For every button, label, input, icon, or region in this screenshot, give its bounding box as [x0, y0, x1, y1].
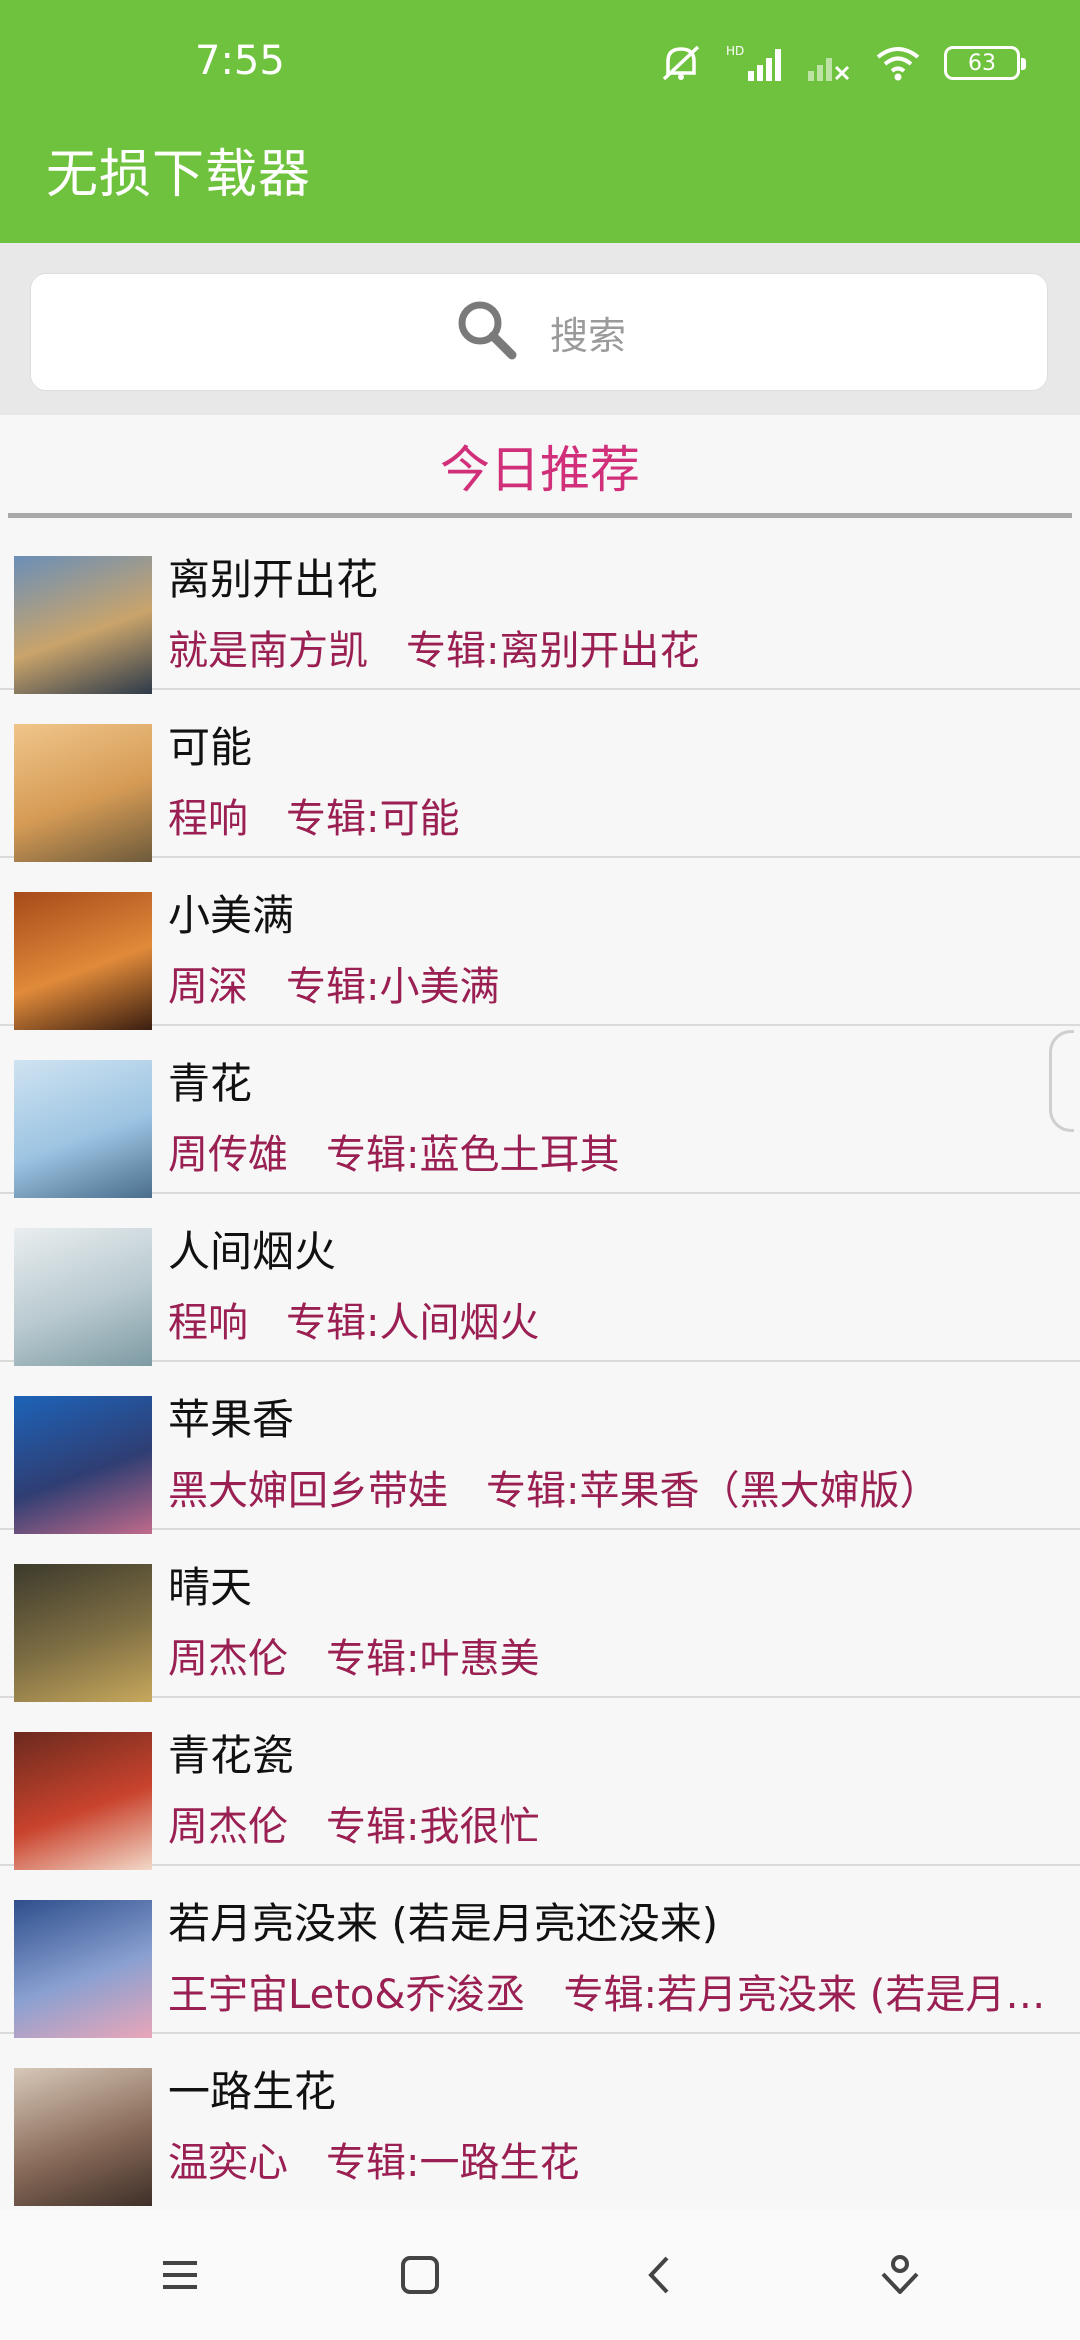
- song-meta: 程响 专辑:人间烟火: [168, 1290, 1058, 1348]
- album-cover-image: [14, 1732, 152, 1870]
- album-cover-image: [14, 892, 152, 1030]
- song-meta: 周深 专辑:小美满: [168, 954, 1058, 1012]
- battery-level: 63: [968, 50, 996, 76]
- album-cover-image: [14, 724, 152, 862]
- hd-signal-icon: HD: [726, 43, 782, 83]
- song-meta: 王宇宙Leto&乔浚丞专辑:若月亮没来 (若是月亮还没来): [168, 1962, 1058, 2020]
- song-row[interactable]: 一路生花温奕心 专辑:一路生花: [0, 2034, 1080, 2206]
- search-area: 搜索: [0, 243, 1080, 415]
- artist-name: 周杰伦: [168, 1636, 288, 1682]
- artist-name: 就是南方凯: [168, 628, 368, 674]
- app-title: 无损下载器: [46, 145, 312, 205]
- artist-name: 程响: [168, 1300, 248, 1346]
- album-name: 专辑:蓝色土耳其: [326, 1132, 620, 1178]
- album-cover-image: [14, 2068, 152, 2206]
- song-title: 离别开出花: [168, 555, 379, 604]
- album-name: 专辑:叶惠美: [326, 1636, 540, 1682]
- app-bar: 7:55 HD 63 无损下载器: [0, 0, 1080, 243]
- assistant-button[interactable]: [855, 2230, 945, 2320]
- back-icon: [648, 2256, 669, 2294]
- song-meta: 程响 专辑:可能: [168, 786, 1058, 844]
- home-button[interactable]: [375, 2230, 465, 2320]
- menu-icon: [163, 2261, 197, 2289]
- album-name: 专辑:我很忙: [326, 1804, 540, 1850]
- svg-text:HD: HD: [726, 44, 744, 58]
- artist-name: 王宇宙Leto&乔浚丞: [168, 1972, 526, 2018]
- album-name: 专辑:若月亮没来 (若是月亮还没来): [563, 1972, 1058, 2018]
- edge-swipe-handle[interactable]: [1049, 1030, 1074, 1132]
- album-name: 专辑:离别开出花: [406, 628, 700, 674]
- album-name: 专辑:苹果香（黑大婶版）: [486, 1468, 940, 1514]
- album-cover-image: [14, 556, 152, 694]
- song-row[interactable]: 晴天周杰伦 专辑:叶惠美: [0, 1530, 1080, 1702]
- status-time: 7:55: [195, 38, 285, 84]
- artist-name: 温奕心: [168, 2140, 288, 2186]
- status-icons: HD 63: [658, 38, 1026, 88]
- section-title: 今日推荐: [440, 441, 640, 499]
- song-row[interactable]: 苹果香黑大婶回乡带娃 专辑:苹果香（黑大婶版）: [0, 1362, 1080, 1534]
- song-row[interactable]: 可能程响 专辑:可能: [0, 690, 1080, 862]
- album-name: 专辑:一路生花: [326, 2140, 580, 2186]
- search-placeholder: 搜索: [549, 313, 626, 358]
- song-title: 小美满: [168, 891, 295, 940]
- artist-name: 周深: [168, 964, 248, 1010]
- song-meta: 黑大婶回乡带娃 专辑:苹果香（黑大婶版）: [168, 1458, 1058, 1516]
- menu-button[interactable]: [135, 2230, 225, 2320]
- artist-name: 程响: [168, 796, 248, 842]
- song-meta: 周传雄 专辑:蓝色土耳其: [168, 1122, 1058, 1180]
- artist-name: 周传雄: [168, 1132, 288, 1178]
- no-signal-icon: [804, 43, 852, 83]
- song-title: 人间烟火: [168, 1227, 337, 1276]
- song-meta: 就是南方凯 专辑:离别开出花: [168, 618, 1058, 676]
- search-input[interactable]: 搜索: [30, 273, 1048, 391]
- song-row[interactable]: 离别开出花就是南方凯 专辑:离别开出花: [0, 522, 1080, 694]
- song-row[interactable]: 人间烟火程响 专辑:人间烟火: [0, 1194, 1080, 1366]
- mute-icon: [658, 43, 704, 83]
- wifi-icon: [874, 43, 922, 83]
- album-cover-image: [14, 1228, 152, 1366]
- album-cover-image: [14, 1564, 152, 1702]
- album-name: 专辑:可能: [286, 796, 460, 842]
- song-title: 可能: [168, 723, 253, 772]
- battery-icon: 63: [944, 46, 1026, 80]
- song-row[interactable]: 小美满周深 专辑:小美满: [0, 858, 1080, 1030]
- song-title: 晴天: [168, 1563, 253, 1612]
- system-nav-bar: [0, 2210, 1080, 2340]
- song-title: 若月亮没来 (若是月亮还没来): [168, 1899, 719, 1948]
- back-button[interactable]: [615, 2230, 705, 2320]
- album-cover-image: [14, 1060, 152, 1198]
- song-meta: 温奕心 专辑:一路生花: [168, 2130, 1058, 2188]
- song-title: 苹果香: [168, 1395, 295, 1444]
- album-cover-image: [14, 1396, 152, 1534]
- song-meta: 周杰伦 专辑:我很忙: [168, 1794, 1058, 1852]
- song-row[interactable]: 若月亮没来 (若是月亮还没来) 王宇宙Leto&乔浚丞 专辑:若月亮没来 (若是月亮…: [0, 1866, 1080, 2038]
- song-title: 一路生花: [168, 2067, 337, 2116]
- search-icon: [452, 295, 522, 369]
- song-title: 青花: [168, 1059, 253, 1108]
- song-list: 离别开出花 就是南方凯 专辑:离别开出花 可能 程响 专辑:可能 小美满 周深 专辑:小美满 青花…: [0, 522, 1080, 2206]
- home-square-icon: [401, 2256, 439, 2294]
- album-name: 专辑:小美满: [286, 964, 500, 1010]
- section-divider: [8, 513, 1072, 518]
- artist-name: 周杰伦: [168, 1804, 288, 1850]
- song-row[interactable]: 青花周传雄 专辑:蓝色土耳其: [0, 1026, 1080, 1198]
- assistant-icon: [881, 2255, 919, 2294]
- song-row[interactable]: 青花瓷周杰伦 专辑:我很忙: [0, 1698, 1080, 1870]
- artist-name: 黑大婶回乡带娃: [168, 1468, 448, 1514]
- album-name: 专辑:人间烟火: [286, 1300, 540, 1346]
- song-title: 青花瓷: [168, 1731, 295, 1780]
- song-meta: 周杰伦 专辑:叶惠美: [168, 1626, 1058, 1684]
- album-cover-image: [14, 1900, 152, 2038]
